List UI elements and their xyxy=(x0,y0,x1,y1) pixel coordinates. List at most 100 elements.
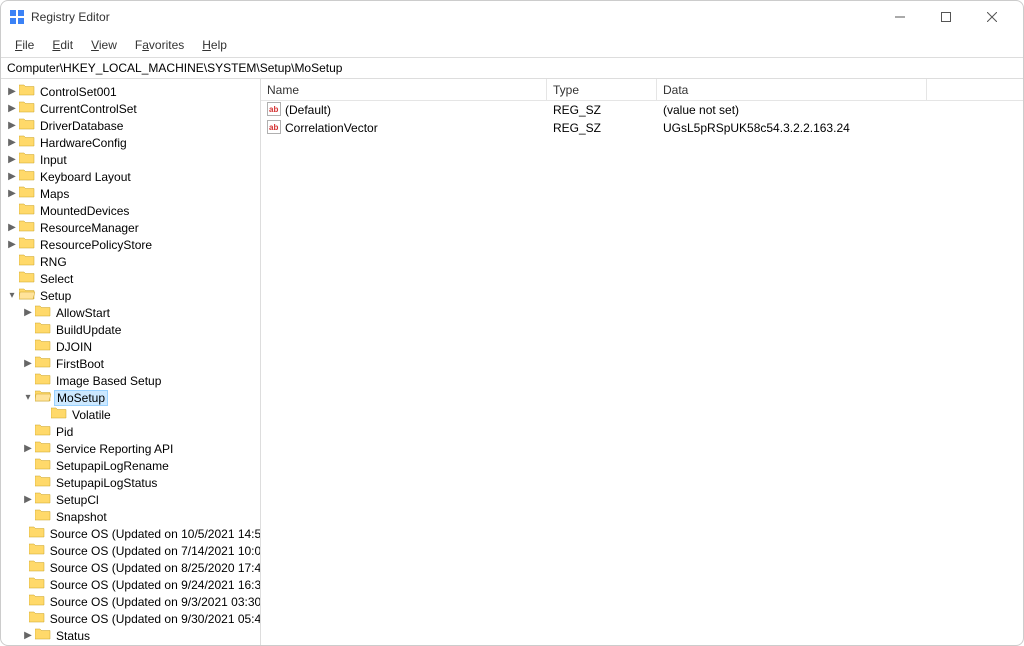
tree-item-label: Status xyxy=(54,629,92,643)
tree-item-label: ResourceManager xyxy=(38,221,141,235)
tree-item[interactable]: ▶Snapshot xyxy=(1,508,260,525)
app-icon xyxy=(9,9,25,25)
tree-item[interactable]: ▾ MoSetup xyxy=(1,389,260,406)
tree-item[interactable]: ▶DJOIN xyxy=(1,338,260,355)
menu-view[interactable]: View xyxy=(83,36,125,54)
list-body[interactable]: ab(Default)REG_SZ(value not set)abCorrel… xyxy=(261,101,1023,645)
chevron-right-icon[interactable]: ▶ xyxy=(5,103,19,114)
tree-item[interactable]: ▶SetupapiLogStatus xyxy=(1,474,260,491)
chevron-right-icon[interactable]: ▶ xyxy=(5,188,19,199)
tree-item-label: MoSetup xyxy=(54,390,108,406)
folder-icon xyxy=(35,389,54,406)
column-header-name[interactable]: Name xyxy=(261,79,547,100)
tree-item-label: Input xyxy=(38,153,69,167)
chevron-right-icon[interactable]: ▶ xyxy=(5,86,19,97)
chevron-right-icon[interactable]: ▶ xyxy=(5,239,19,250)
tree-item[interactable]: ▾Setup xyxy=(1,287,260,304)
chevron-down-icon[interactable]: ▾ xyxy=(5,290,19,301)
folder-icon xyxy=(19,236,38,253)
address-bar xyxy=(1,57,1023,79)
chevron-right-icon[interactable]: ▶ xyxy=(5,154,19,165)
tree-item[interactable]: ▶ Input xyxy=(1,151,260,168)
menu-edit[interactable]: Edit xyxy=(44,36,81,54)
tree-item[interactable]: ▶SetupCl xyxy=(1,491,260,508)
chevron-right-icon[interactable]: ▶ xyxy=(5,222,19,233)
tree-item-label: Image Based Setup xyxy=(54,374,163,388)
tree-item[interactable]: ▶Source OS (Updated on 7/14/2021 10:0 xyxy=(1,542,260,559)
tree-item-label: CurrentControlSet xyxy=(38,102,139,116)
tree-item[interactable]: ▶BuildUpdate xyxy=(1,321,260,338)
tree-item[interactable]: ▶Source OS (Updated on 9/3/2021 03:30 xyxy=(1,593,260,610)
tree-item-label: Service Reporting API xyxy=(54,442,175,456)
value-row[interactable]: abCorrelationVectorREG_SZUGsL5pRSpUK58c5… xyxy=(261,119,1023,137)
folder-icon xyxy=(35,355,54,372)
tree-item[interactable]: ▶ Status xyxy=(1,627,260,644)
list-pane: Name Type Data ab(Default)REG_SZ(value n… xyxy=(261,79,1023,645)
tree-item-label: Source OS (Updated on 7/14/2021 10:0 xyxy=(48,544,261,558)
maximize-button[interactable] xyxy=(923,1,969,33)
tree-item[interactable]: ▶ControlSet001 xyxy=(1,83,260,100)
folder-icon xyxy=(35,372,54,389)
minimize-button[interactable] xyxy=(877,1,923,33)
chevron-right-icon[interactable]: ▶ xyxy=(5,120,19,131)
tree-item[interactable]: ▶Image Based Setup xyxy=(1,372,260,389)
column-header-type[interactable]: Type xyxy=(547,79,657,100)
close-button[interactable] xyxy=(969,1,1015,33)
tree-item[interactable]: ▶ Service Reporting API xyxy=(1,440,260,457)
tree-item[interactable]: ▶Source OS (Updated on 9/30/2021 05:4 xyxy=(1,610,260,627)
column-header-data[interactable]: Data xyxy=(657,79,927,100)
list-header: Name Type Data xyxy=(261,79,1023,101)
tree-item[interactable]: ▶Volatile xyxy=(1,406,260,423)
value-data: (value not set) xyxy=(657,103,927,117)
value-row[interactable]: ab(Default)REG_SZ(value not set) xyxy=(261,101,1023,119)
menu-help[interactable]: Help xyxy=(194,36,235,54)
tree-item[interactable]: ▶Source OS (Updated on 9/24/2021 16:3 xyxy=(1,576,260,593)
chevron-right-icon[interactable]: ▶ xyxy=(21,307,35,318)
tree-item[interactable]: ▶Source OS (Updated on 10/5/2021 14:5 xyxy=(1,525,260,542)
folder-icon xyxy=(35,338,54,355)
window-title: Registry Editor xyxy=(31,10,110,24)
folder-icon xyxy=(19,270,38,287)
tree-item-label: Snapshot xyxy=(54,510,109,524)
tree-item-label: Source OS (Updated on 9/30/2021 05:4 xyxy=(48,612,261,626)
tree-item[interactable]: ▶Pid xyxy=(1,423,260,440)
value-name: (Default) xyxy=(285,103,331,117)
value-name: CorrelationVector xyxy=(285,121,378,135)
chevron-right-icon[interactable]: ▶ xyxy=(21,443,35,454)
tree-item[interactable]: ▶ResourcePolicyStore xyxy=(1,236,260,253)
tree-item-label: MountedDevices xyxy=(38,204,131,218)
tree-item-label: BuildUpdate xyxy=(54,323,123,337)
tree-item[interactable]: ▶MountedDevices xyxy=(1,202,260,219)
address-input[interactable] xyxy=(1,59,1023,77)
chevron-right-icon[interactable]: ▶ xyxy=(21,630,35,641)
tree-item[interactable]: ▶Maps xyxy=(1,185,260,202)
tree-item[interactable]: ▶AllowStart xyxy=(1,304,260,321)
tree-item[interactable]: ▶ ResourceManager xyxy=(1,219,260,236)
tree-item[interactable]: ▶DriverDatabase xyxy=(1,117,260,134)
tree-item-label: SetupapiLogRename xyxy=(54,459,171,473)
folder-icon xyxy=(29,559,48,576)
folder-icon xyxy=(29,610,48,627)
chevron-right-icon[interactable]: ▶ xyxy=(21,358,35,369)
tree-item[interactable]: ▶Source OS (Updated on 8/25/2020 17:4 xyxy=(1,559,260,576)
tree-item[interactable]: ▶Select xyxy=(1,270,260,287)
tree-item[interactable]: ▶HardwareConfig xyxy=(1,134,260,151)
chevron-right-icon[interactable]: ▶ xyxy=(21,494,35,505)
tree-item[interactable]: ▶ CurrentControlSet xyxy=(1,100,260,117)
chevron-right-icon[interactable]: ▶ xyxy=(5,137,19,148)
folder-icon xyxy=(35,440,54,457)
tree-item[interactable]: ▶Keyboard Layout xyxy=(1,168,260,185)
string-value-icon: ab xyxy=(267,120,285,137)
tree-item[interactable]: ▶SetupapiLogRename xyxy=(1,457,260,474)
chevron-right-icon[interactable]: ▶ xyxy=(5,171,19,182)
tree-item-label: RNG xyxy=(38,255,69,269)
tree-item[interactable]: ▶FirstBoot xyxy=(1,355,260,372)
folder-icon xyxy=(19,117,38,134)
tree-item[interactable]: ▶RNG xyxy=(1,253,260,270)
string-value-icon: ab xyxy=(267,102,285,119)
menu-favorites[interactable]: Favorites xyxy=(127,36,192,54)
tree-pane[interactable]: ▶ControlSet001▶CurrentControlSet▶DriverD… xyxy=(1,79,261,645)
chevron-down-icon[interactable]: ▾ xyxy=(21,392,35,403)
tree-item-label: Select xyxy=(38,272,75,286)
menu-file[interactable]: File xyxy=(7,36,42,54)
